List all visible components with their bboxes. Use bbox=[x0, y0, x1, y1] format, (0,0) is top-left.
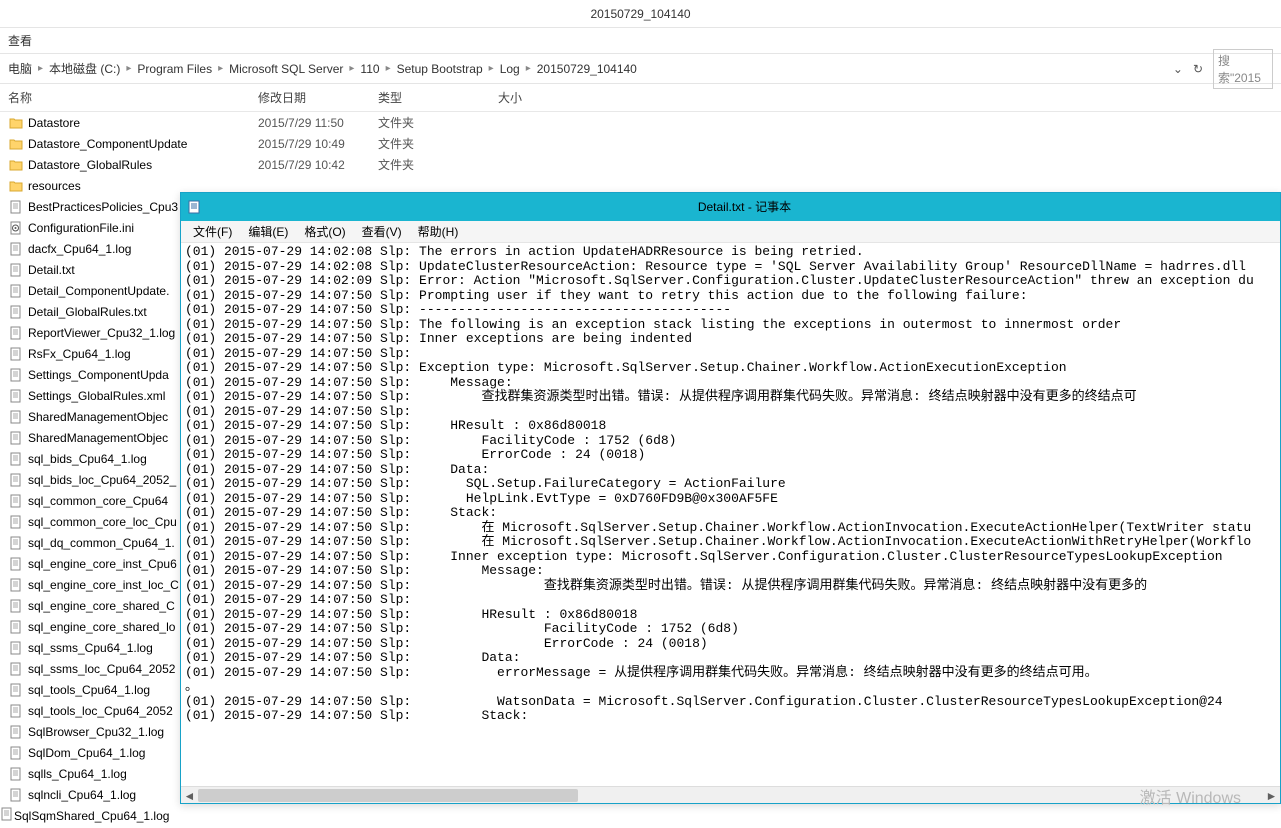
file-date: 2015/7/29 10:42 bbox=[258, 158, 378, 172]
file-icon bbox=[8, 556, 24, 572]
notepad-icon bbox=[181, 200, 209, 214]
breadcrumb-segment[interactable]: 电脑 bbox=[8, 60, 32, 77]
file-icon bbox=[0, 807, 14, 824]
explorer-title: 20150729_104140 bbox=[590, 7, 690, 21]
file-icon bbox=[8, 619, 24, 635]
col-date[interactable]: 修改日期 bbox=[258, 89, 378, 106]
file-icon bbox=[8, 703, 24, 719]
notepad-window: Detail.txt - 记事本 文件(F)编辑(E)格式(O)查看(V)帮助(… bbox=[180, 192, 1281, 804]
tab-view[interactable]: 查看 bbox=[8, 34, 32, 48]
dropdown-icon[interactable]: ⌄ bbox=[1173, 62, 1183, 76]
menu-item[interactable]: 查看(V) bbox=[356, 221, 408, 242]
menu-item[interactable]: 编辑(E) bbox=[242, 221, 294, 242]
folder-icon bbox=[8, 157, 24, 173]
ribbon-tabs: 查看 bbox=[0, 28, 1281, 54]
file-icon bbox=[8, 388, 24, 404]
breadcrumb-segment[interactable]: 本地磁盘 (C:) bbox=[49, 60, 120, 77]
file-row-partial[interactable]: SqlSqmShared_Cpu64_1.log bbox=[0, 805, 300, 826]
file-icon bbox=[8, 304, 24, 320]
breadcrumb-segment[interactable]: 110 bbox=[360, 62, 379, 76]
file-icon bbox=[8, 535, 24, 551]
file-name: SqlSqmShared_Cpu64_1.log bbox=[14, 809, 169, 823]
file-row[interactable]: Datastore2015/7/29 11:50文件夹 bbox=[0, 112, 1281, 133]
file-icon bbox=[8, 514, 24, 530]
file-icon bbox=[8, 451, 24, 467]
folder-icon bbox=[8, 136, 24, 152]
file-icon bbox=[8, 199, 24, 215]
scroll-right-icon[interactable]: ► bbox=[1263, 787, 1280, 804]
col-type[interactable]: 类型 bbox=[378, 89, 498, 106]
file-icon bbox=[8, 241, 24, 257]
file-icon bbox=[8, 262, 24, 278]
search-input[interactable]: 搜索"2015 bbox=[1213, 49, 1273, 89]
notepad-content[interactable]: (01) 2015-07-29 14:02:08 Slp: The errors… bbox=[181, 243, 1280, 783]
file-name: Datastore_GlobalRules bbox=[28, 158, 258, 172]
scroll-left-icon[interactable]: ◄ bbox=[181, 787, 198, 804]
address-bar: 电脑 ▸ 本地磁盘 (C:) ▸ Program Files ▸ Microsoft SQL… bbox=[0, 54, 1281, 84]
windows-activation-watermark: 激活 Windows bbox=[1140, 784, 1241, 808]
breadcrumb-segment[interactable]: Log bbox=[500, 62, 520, 76]
file-type: 文件夹 bbox=[378, 114, 498, 131]
ini-icon bbox=[8, 220, 24, 236]
chevron-right-icon: ▸ bbox=[218, 63, 223, 74]
file-icon bbox=[8, 325, 24, 341]
chevron-right-icon: ▸ bbox=[526, 63, 531, 74]
file-type: 文件夹 bbox=[378, 156, 498, 173]
file-icon bbox=[8, 346, 24, 362]
breadcrumb[interactable]: 电脑 ▸ 本地磁盘 (C:) ▸ Program Files ▸ Microsoft SQL… bbox=[8, 60, 1173, 77]
chevron-right-icon: ▸ bbox=[386, 63, 391, 74]
file-icon bbox=[8, 682, 24, 698]
file-date: 2015/7/29 11:50 bbox=[258, 116, 378, 130]
file-icon bbox=[8, 430, 24, 446]
refresh-icon[interactable]: ↻ bbox=[1193, 62, 1203, 76]
chevron-right-icon: ▸ bbox=[489, 63, 494, 74]
chevron-right-icon: ▸ bbox=[349, 63, 354, 74]
col-name[interactable]: 名称 bbox=[0, 89, 258, 106]
file-name: resources bbox=[28, 179, 258, 193]
breadcrumb-segment[interactable]: 20150729_104140 bbox=[537, 62, 637, 76]
file-icon bbox=[8, 283, 24, 299]
file-name: Datastore bbox=[28, 116, 258, 130]
file-date: 2015/7/29 10:49 bbox=[258, 137, 378, 151]
file-icon bbox=[8, 367, 24, 383]
menu-item[interactable]: 帮助(H) bbox=[412, 221, 465, 242]
file-name: Datastore_ComponentUpdate bbox=[28, 137, 258, 151]
file-icon bbox=[8, 493, 24, 509]
file-icon bbox=[8, 409, 24, 425]
scrollbar-thumb[interactable] bbox=[198, 789, 578, 802]
menu-item[interactable]: 格式(O) bbox=[298, 221, 351, 242]
file-icon bbox=[8, 577, 24, 593]
breadcrumb-segment[interactable]: Setup Bootstrap bbox=[397, 62, 483, 76]
notepad-menubar: 文件(F)编辑(E)格式(O)查看(V)帮助(H) bbox=[181, 221, 1280, 243]
file-icon bbox=[8, 472, 24, 488]
file-icon bbox=[8, 598, 24, 614]
column-headers: 名称 修改日期 类型 大小 bbox=[0, 84, 1281, 112]
breadcrumb-segment[interactable]: Microsoft SQL Server bbox=[229, 62, 343, 76]
breadcrumb-segment[interactable]: Program Files bbox=[137, 62, 212, 76]
notepad-title: Detail.txt - 记事本 bbox=[209, 193, 1280, 221]
nav-icons: ⌄ ↻ bbox=[1173, 62, 1203, 76]
folder-icon bbox=[8, 115, 24, 131]
file-icon bbox=[8, 787, 24, 803]
chevron-right-icon: ▸ bbox=[126, 63, 131, 74]
file-icon bbox=[8, 640, 24, 656]
file-icon bbox=[8, 766, 24, 782]
chevron-right-icon: ▸ bbox=[38, 63, 43, 74]
explorer-title-bar: 20150729_104140 bbox=[0, 0, 1281, 28]
file-row[interactable]: Datastore_GlobalRules2015/7/29 10:42文件夹 bbox=[0, 154, 1281, 175]
horizontal-scrollbar[interactable]: ◄ ► bbox=[181, 786, 1280, 803]
watermark-line1: 激活 Windows bbox=[1140, 784, 1241, 808]
file-icon bbox=[8, 661, 24, 677]
file-icon bbox=[8, 724, 24, 740]
notepad-titlebar[interactable]: Detail.txt - 记事本 bbox=[181, 193, 1280, 221]
col-size[interactable]: 大小 bbox=[498, 89, 578, 106]
file-row[interactable]: Datastore_ComponentUpdate2015/7/29 10:49… bbox=[0, 133, 1281, 154]
file-type: 文件夹 bbox=[378, 135, 498, 152]
folder-icon bbox=[8, 178, 24, 194]
menu-item[interactable]: 文件(F) bbox=[187, 221, 238, 242]
file-icon bbox=[8, 745, 24, 761]
